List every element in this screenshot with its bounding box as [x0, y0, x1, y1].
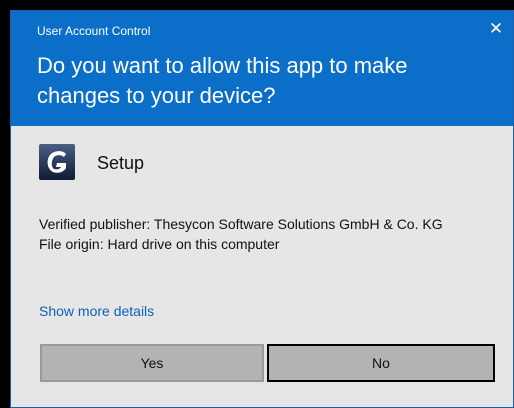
no-button[interactable]: No: [267, 344, 495, 382]
setup-app-icon: [39, 144, 75, 180]
yes-button[interactable]: Yes: [40, 344, 264, 382]
app-details: Verified publisher: Thesycon Software So…: [39, 214, 499, 254]
dialog-header: User Account Control ✕ Do you want to al…: [11, 11, 513, 126]
dialog-question: Do you want to allow this app to make ch…: [37, 53, 408, 108]
close-button[interactable]: ✕: [479, 17, 513, 43]
file-origin: File origin: Hard drive on this computer: [39, 236, 280, 252]
app-name: Setup: [97, 153, 145, 173]
show-more-details-link[interactable]: Show more details: [39, 303, 154, 319]
close-icon: ✕: [488, 19, 504, 38]
uac-dialog: User Account Control ✕ Do you want to al…: [10, 10, 514, 408]
verified-publisher: Verified publisher: Thesycon Software So…: [39, 216, 443, 232]
window-title: User Account Control: [37, 24, 151, 38]
